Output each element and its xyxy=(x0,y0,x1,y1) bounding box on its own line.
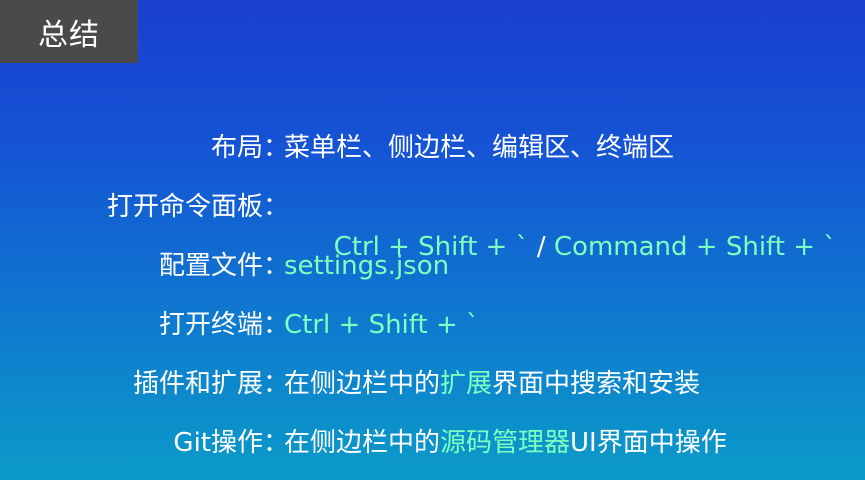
value-segment: UI界面中操作 xyxy=(570,428,727,458)
slide-title: 总结 xyxy=(0,0,138,63)
row-label: 打开终端 xyxy=(158,310,263,340)
value-segment: 在侧边栏中的 xyxy=(284,428,441,458)
summary-row-config-file: 配置文件 ： settings.json xyxy=(0,246,865,286)
row-label: 打开命令面板 xyxy=(106,192,263,222)
summary-row-open-terminal: 打开终端 ： Ctrl + Shift + ` xyxy=(0,305,865,345)
row-value: 菜单栏、侧边栏、编辑区、终端区 xyxy=(284,128,674,168)
summary-row-command-palette: 打开命令面板 ： Ctrl + Shift + ` / Command + Sh… xyxy=(0,187,865,262)
row-value: Ctrl + Shift + ` xyxy=(284,305,479,345)
row-label: 布局 xyxy=(210,133,263,163)
value-segment: 菜单栏、侧边栏、编辑区、终端区 xyxy=(284,133,675,163)
row-label: 配置文件 xyxy=(158,251,263,281)
row-value: 在侧边栏中的扩展界面中搜索和安装 xyxy=(284,364,700,404)
value-segment: 源码管理器 xyxy=(440,428,571,458)
row-label: Git操作 xyxy=(173,428,263,458)
summary-row-git: Git操作 ： 在侧边栏中的源码管理器UI界面中操作 xyxy=(0,423,865,463)
value-segment: 界面中搜索和安装 xyxy=(492,369,701,399)
value-segment: 在侧边栏中的 xyxy=(284,369,441,399)
value-segment: 扩展 xyxy=(440,369,493,399)
summary-row-layout: 布局 ： 菜单栏、侧边栏、编辑区、终端区 xyxy=(0,128,865,168)
value-segment: settings.json xyxy=(284,251,450,281)
row-value: settings.json xyxy=(284,246,449,286)
row-label: 插件和扩展 xyxy=(132,369,263,399)
summary-row-extensions: 插件和扩展 ： 在侧边栏中的扩展界面中搜索和安装 xyxy=(0,364,865,404)
row-value: 在侧边栏中的源码管理器UI界面中操作 xyxy=(284,423,727,463)
value-segment: Ctrl + Shift + ` xyxy=(284,310,479,340)
